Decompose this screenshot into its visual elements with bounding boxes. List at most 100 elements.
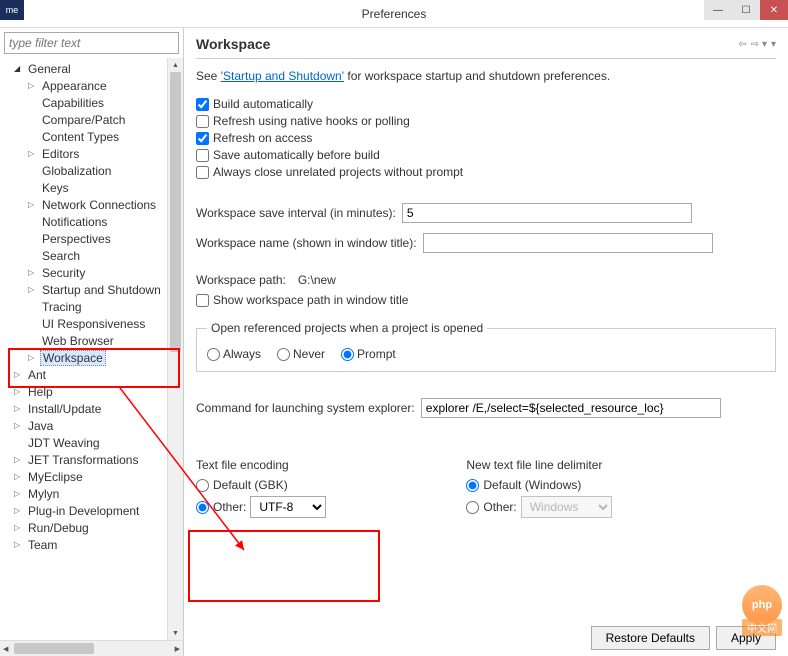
tree-item-globalization[interactable]: Globalization [0,162,167,179]
tree-arrow-icon[interactable]: ▷ [28,149,40,158]
tree-arrow-icon[interactable]: ◢ [14,64,26,73]
tree-arrow-icon[interactable]: ▷ [14,421,26,430]
ws-name-label: Workspace name (shown in window title): [196,236,417,250]
tree-item-editors[interactable]: ▷Editors [0,145,167,162]
tree-arrow-icon[interactable]: ▷ [14,455,26,464]
openref-prompt-radio[interactable] [341,348,354,361]
openref-always-radio[interactable] [207,348,220,361]
enc-other-select[interactable]: UTF-8 [250,496,326,518]
tree-item-appearance[interactable]: ▷Appearance [0,77,167,94]
tree-item-label: Help [26,385,55,399]
tree-item-label: Ant [26,368,48,382]
tree-item-run-debug[interactable]: ▷Run/Debug [0,519,167,536]
tree-arrow-icon[interactable]: ▷ [28,268,40,277]
page-title: Workspace [196,36,270,52]
tree-item-compare-patch[interactable]: Compare/Patch [0,111,167,128]
tree-item-notifications[interactable]: Notifications [0,213,167,230]
minimize-button[interactable]: — [704,0,732,20]
build-auto-checkbox[interactable] [196,98,209,111]
tree-item-startup-and-shutdown[interactable]: ▷Startup and Shutdown [0,281,167,298]
open-ref-group: Open referenced projects when a project … [196,321,776,372]
tree-item-content-types[interactable]: Content Types [0,128,167,145]
tree-item-ant[interactable]: ▷Ant [0,366,167,383]
tree-item-label: Notifications [40,215,109,229]
tree-item-jdt-weaving[interactable]: JDT Weaving [0,434,167,451]
tree-item-mylyn[interactable]: ▷Mylyn [0,485,167,502]
tree-item-label: Workspace [40,350,106,366]
tree-arrow-icon[interactable]: ▷ [28,353,40,362]
tree-item-team[interactable]: ▷Team [0,536,167,553]
tree-arrow-icon[interactable]: ▷ [14,489,26,498]
tree-item-workspace[interactable]: ▷Workspace [0,349,167,366]
filter-input[interactable] [4,32,179,54]
show-path-checkbox[interactable] [196,294,209,307]
tree-item-label: UI Responsiveness [40,317,147,331]
nav-back-icon[interactable]: ⇦ [738,39,746,50]
scroll-up-icon[interactable]: ▲ [168,58,183,72]
tree-item-general[interactable]: ◢General [0,60,167,77]
tree-arrow-icon[interactable]: ▷ [14,506,26,515]
tree-arrow-icon[interactable]: ▷ [14,370,26,379]
explorer-input[interactable] [421,398,721,418]
del-other-radio[interactable] [466,501,479,514]
tree-item-tracing[interactable]: Tracing [0,298,167,315]
del-other-select: Windows [521,496,612,518]
maximize-button[interactable]: ☐ [732,0,760,20]
tree-item-capabilities[interactable]: Capabilities [0,94,167,111]
tree-item-security[interactable]: ▷Security [0,264,167,281]
ws-name-input[interactable] [423,233,713,253]
tree-scrollbar[interactable]: ▲ ▼ [167,58,183,640]
tree-item-java[interactable]: ▷Java [0,417,167,434]
enc-other-radio[interactable] [196,501,209,514]
tree-item-myeclipse[interactable]: ▷MyEclipse [0,468,167,485]
tree-arrow-icon[interactable]: ▷ [28,81,40,90]
tree-item-install-update[interactable]: ▷Install/Update [0,400,167,417]
tree-item-network-connections[interactable]: ▷Network Connections [0,196,167,213]
tree-arrow-icon[interactable]: ▷ [14,387,26,396]
hscroll-thumb[interactable] [14,643,94,654]
preferences-tree[interactable]: ◢General▷AppearanceCapabilitiesCompare/P… [0,58,167,640]
nav-arrows: ⇦ ⇨ ▾ ▾ [738,39,776,50]
nav-menu-icon[interactable]: ▾ [771,39,776,50]
tree-item-web-browser[interactable]: Web Browser [0,332,167,349]
del-default-radio[interactable] [466,479,479,492]
tree-item-perspectives[interactable]: Perspectives [0,230,167,247]
refresh-access-checkbox[interactable] [196,132,209,145]
tree-item-label: Perspectives [40,232,113,246]
tree-item-ui-responsiveness[interactable]: UI Responsiveness [0,315,167,332]
close-unrelated-checkbox[interactable] [196,166,209,179]
encoding-group: Text file encoding Default (GBK) Other: … [196,458,326,522]
save-auto-checkbox[interactable] [196,149,209,162]
tree-item-label: Globalization [40,164,113,178]
tree-item-search[interactable]: Search [0,247,167,264]
tree-item-jet-transformations[interactable]: ▷JET Transformations [0,451,167,468]
tree-item-plug-in-development[interactable]: ▷Plug-in Development [0,502,167,519]
enc-default-radio[interactable] [196,479,209,492]
tree-item-label: JDT Weaving [26,436,102,450]
tree-item-label: Content Types [40,130,121,144]
nav-fwd-icon[interactable]: ⇨ ▾ [751,39,767,50]
explorer-label: Command for launching system explorer: [196,401,415,415]
watermark: php 中文网 [742,585,782,636]
tree-item-keys[interactable]: Keys [0,179,167,196]
refresh-hooks-label: Refresh using native hooks or polling [213,114,410,128]
startup-shutdown-link[interactable]: 'Startup and Shutdown' [221,69,344,83]
tree-item-label: Security [40,266,87,280]
close-button[interactable]: ✕ [760,0,788,20]
tree-arrow-icon[interactable]: ▷ [28,285,40,294]
tree-arrow-icon[interactable]: ▷ [14,472,26,481]
tree-hscrollbar[interactable]: ◀ ▶ [0,640,183,656]
tree-arrow-icon[interactable]: ▷ [28,200,40,209]
restore-defaults-button[interactable]: Restore Defaults [591,626,710,650]
openref-never-radio[interactable] [277,348,290,361]
scroll-down-icon[interactable]: ▼ [168,626,183,640]
tree-arrow-icon[interactable]: ▷ [14,404,26,413]
save-interval-label: Workspace save interval (in minutes): [196,206,396,220]
tree-arrow-icon[interactable]: ▷ [14,540,26,549]
save-interval-input[interactable] [402,203,692,223]
tree-arrow-icon[interactable]: ▷ [14,523,26,532]
save-auto-label: Save automatically before build [213,148,380,162]
refresh-hooks-checkbox[interactable] [196,115,209,128]
tree-item-help[interactable]: ▷Help [0,383,167,400]
scroll-thumb[interactable] [170,72,181,352]
